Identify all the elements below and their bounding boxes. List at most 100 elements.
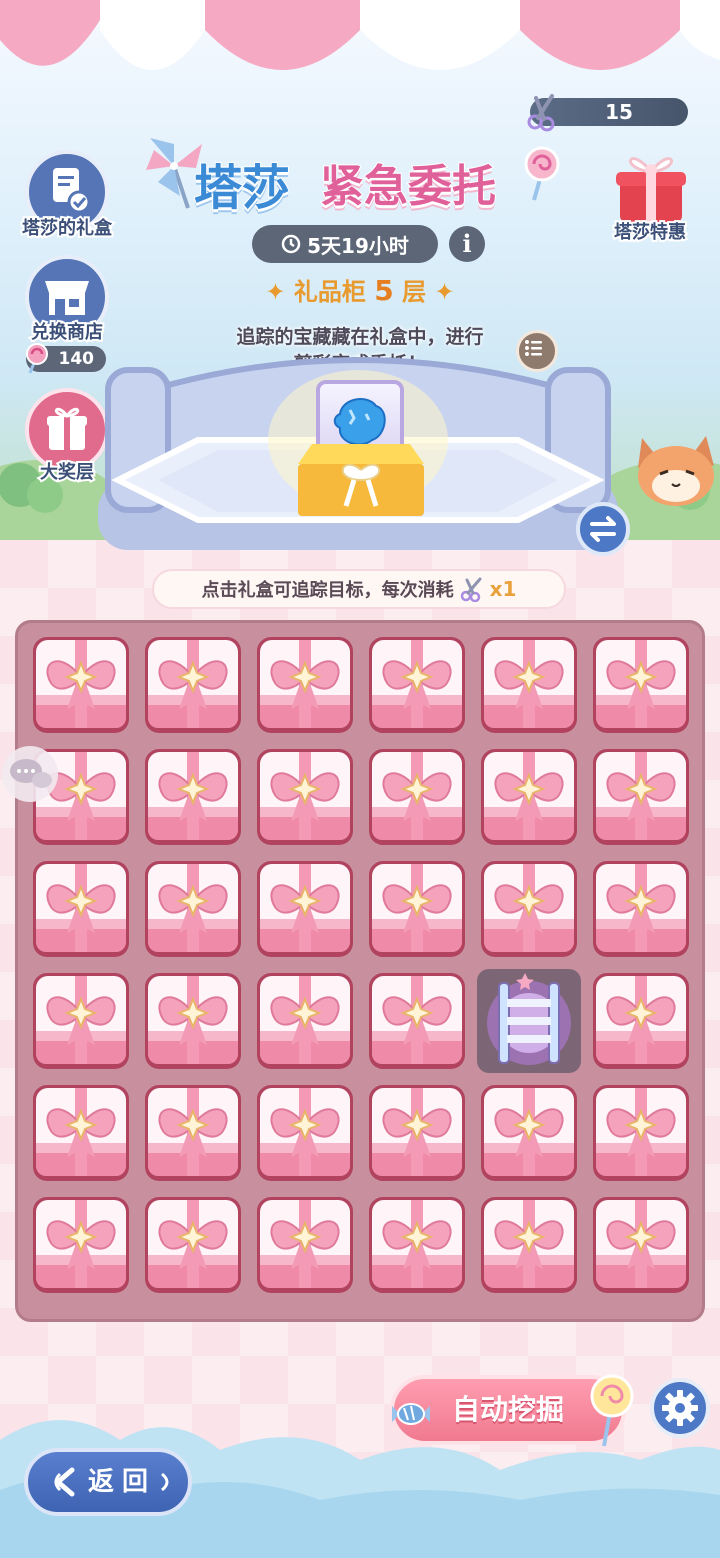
gift-box-cell[interactable] (589, 745, 693, 849)
gift-box-cell[interactable] (29, 633, 133, 737)
special-offer-gift-icon[interactable] (610, 148, 692, 224)
gift-box-cell[interactable] (589, 969, 693, 1073)
pink-gift-icon (369, 749, 465, 845)
gift-box-cell[interactable] (365, 633, 469, 737)
chat-bubble-button[interactable] (0, 744, 64, 804)
event-timer: 5天19小时 (252, 225, 438, 263)
back-button[interactable]: 返回 (24, 1448, 192, 1516)
swap-arrows-icon (590, 516, 616, 542)
gift-box-cell[interactable] (29, 969, 133, 1073)
pink-gift-icon (593, 1197, 689, 1293)
clock-icon (281, 234, 301, 254)
floor-label: ✦ 礼品柜 5 层 ✦ (265, 274, 455, 307)
candy-icon (392, 1403, 430, 1425)
gift-box-cell[interactable] (141, 969, 245, 1073)
gift-box-cell[interactable] (253, 1193, 357, 1297)
gift-box-cell[interactable] (253, 745, 357, 849)
lollipop-icon (524, 146, 560, 201)
cost-hint-text: 点击礼盒可追踪目标，每次消耗 (201, 580, 454, 601)
gift-box-cell[interactable] (365, 969, 469, 1073)
gift-box-cell[interactable] (477, 1081, 581, 1185)
swap-button[interactable] (576, 502, 630, 556)
ladder-icon (487, 973, 571, 1065)
gift-box-cell[interactable] (477, 745, 581, 849)
cost-hint-strip: 点击礼盒可追踪目标，每次消耗 x1 (152, 569, 566, 609)
gift-grid (29, 633, 693, 1305)
yellow-gift-box (298, 444, 424, 516)
pink-gift-icon (593, 973, 689, 1069)
info-button[interactable]: i (449, 226, 485, 262)
gift-box-cell[interactable] (589, 857, 693, 961)
pink-gift-icon (257, 637, 353, 733)
pink-gift-icon (33, 861, 129, 957)
pink-gift-icon (145, 861, 241, 957)
pink-gift-icon (33, 973, 129, 1069)
back-arrow-icon (54, 1467, 75, 1497)
gift-box-cell[interactable] (365, 1193, 469, 1297)
gift-box-cell[interactable] (253, 857, 357, 961)
gift-box-cell[interactable] (141, 745, 245, 849)
pink-gift-icon (145, 973, 241, 1069)
gift-box-cell[interactable] (141, 633, 245, 737)
gift-box-list-label: 塔莎的礼盒 (20, 216, 114, 241)
gift-box-cell[interactable] (29, 857, 133, 961)
gift-box-cell[interactable] (141, 857, 245, 961)
back-label: 返回 (88, 1467, 157, 1497)
pink-gift-icon (369, 861, 465, 957)
gift-box-cell[interactable] (365, 1081, 469, 1185)
pink-gift-icon (369, 1197, 465, 1293)
gift-box-cell[interactable] (253, 969, 357, 1073)
cost-value: x1 (489, 577, 517, 601)
gift-box-cell[interactable] (29, 1193, 133, 1297)
gift-box-cell[interactable] (365, 857, 469, 961)
timer-text: 5天19小时 (307, 233, 409, 258)
gift-box-cell[interactable] (29, 1081, 133, 1185)
pink-gift-icon (369, 973, 465, 1069)
pink-gift-icon (257, 1085, 353, 1181)
opened-cell-ladder[interactable] (477, 969, 581, 1073)
pink-gift-icon (257, 973, 353, 1069)
pink-gift-icon (481, 749, 577, 845)
pink-gift-icon (257, 861, 353, 957)
pink-gift-icon (593, 1085, 689, 1181)
gift-box-cell[interactable] (253, 633, 357, 737)
diamond-icon: ✦ (426, 278, 455, 306)
title-event: 紧急委托 (319, 160, 497, 213)
pink-gift-icon (33, 1085, 129, 1181)
pink-gift-icon (369, 1085, 465, 1181)
pink-gift-icon (593, 637, 689, 733)
gear-icon (662, 1390, 698, 1426)
event-title: 塔莎 紧急委托 (140, 130, 570, 220)
gift-box-cell[interactable] (141, 1193, 245, 1297)
lollipop-icon (590, 1374, 634, 1447)
pink-gift-icon (145, 749, 241, 845)
pink-gift-icon (593, 749, 689, 845)
diamond-icon: ✦ (265, 278, 294, 306)
pink-gift-icon (257, 1197, 353, 1293)
gift-box-cell[interactable] (477, 633, 581, 737)
pink-gift-icon (481, 637, 577, 733)
gift-box-cell[interactable] (141, 1081, 245, 1185)
pink-gift-icon (481, 1197, 577, 1293)
pink-gift-icon (481, 1085, 577, 1181)
cat-mascot (638, 436, 714, 506)
pink-gift-icon (145, 637, 241, 733)
title-name: 塔莎 (193, 159, 291, 217)
lollipop-currency-icon (26, 343, 48, 374)
floor-number: 5 (374, 274, 394, 307)
gift-box-cell[interactable] (589, 1193, 693, 1297)
scissors-count: 15 (605, 100, 633, 124)
pink-gift-icon (33, 637, 129, 733)
gift-box-cell[interactable] (589, 633, 693, 737)
gift-box-cell[interactable] (477, 857, 581, 961)
special-offer-label: 塔莎特惠 (612, 220, 688, 245)
pink-gift-icon (257, 749, 353, 845)
pink-gift-icon (145, 1197, 241, 1293)
gift-box-cell[interactable] (477, 1193, 581, 1297)
gift-box-cell[interactable] (589, 1081, 693, 1185)
pink-gift-icon (369, 637, 465, 733)
decor-icon (161, 1472, 169, 1492)
gift-box-cell[interactable] (365, 745, 469, 849)
gift-box-cell[interactable] (253, 1081, 357, 1185)
settings-button[interactable] (650, 1378, 710, 1438)
